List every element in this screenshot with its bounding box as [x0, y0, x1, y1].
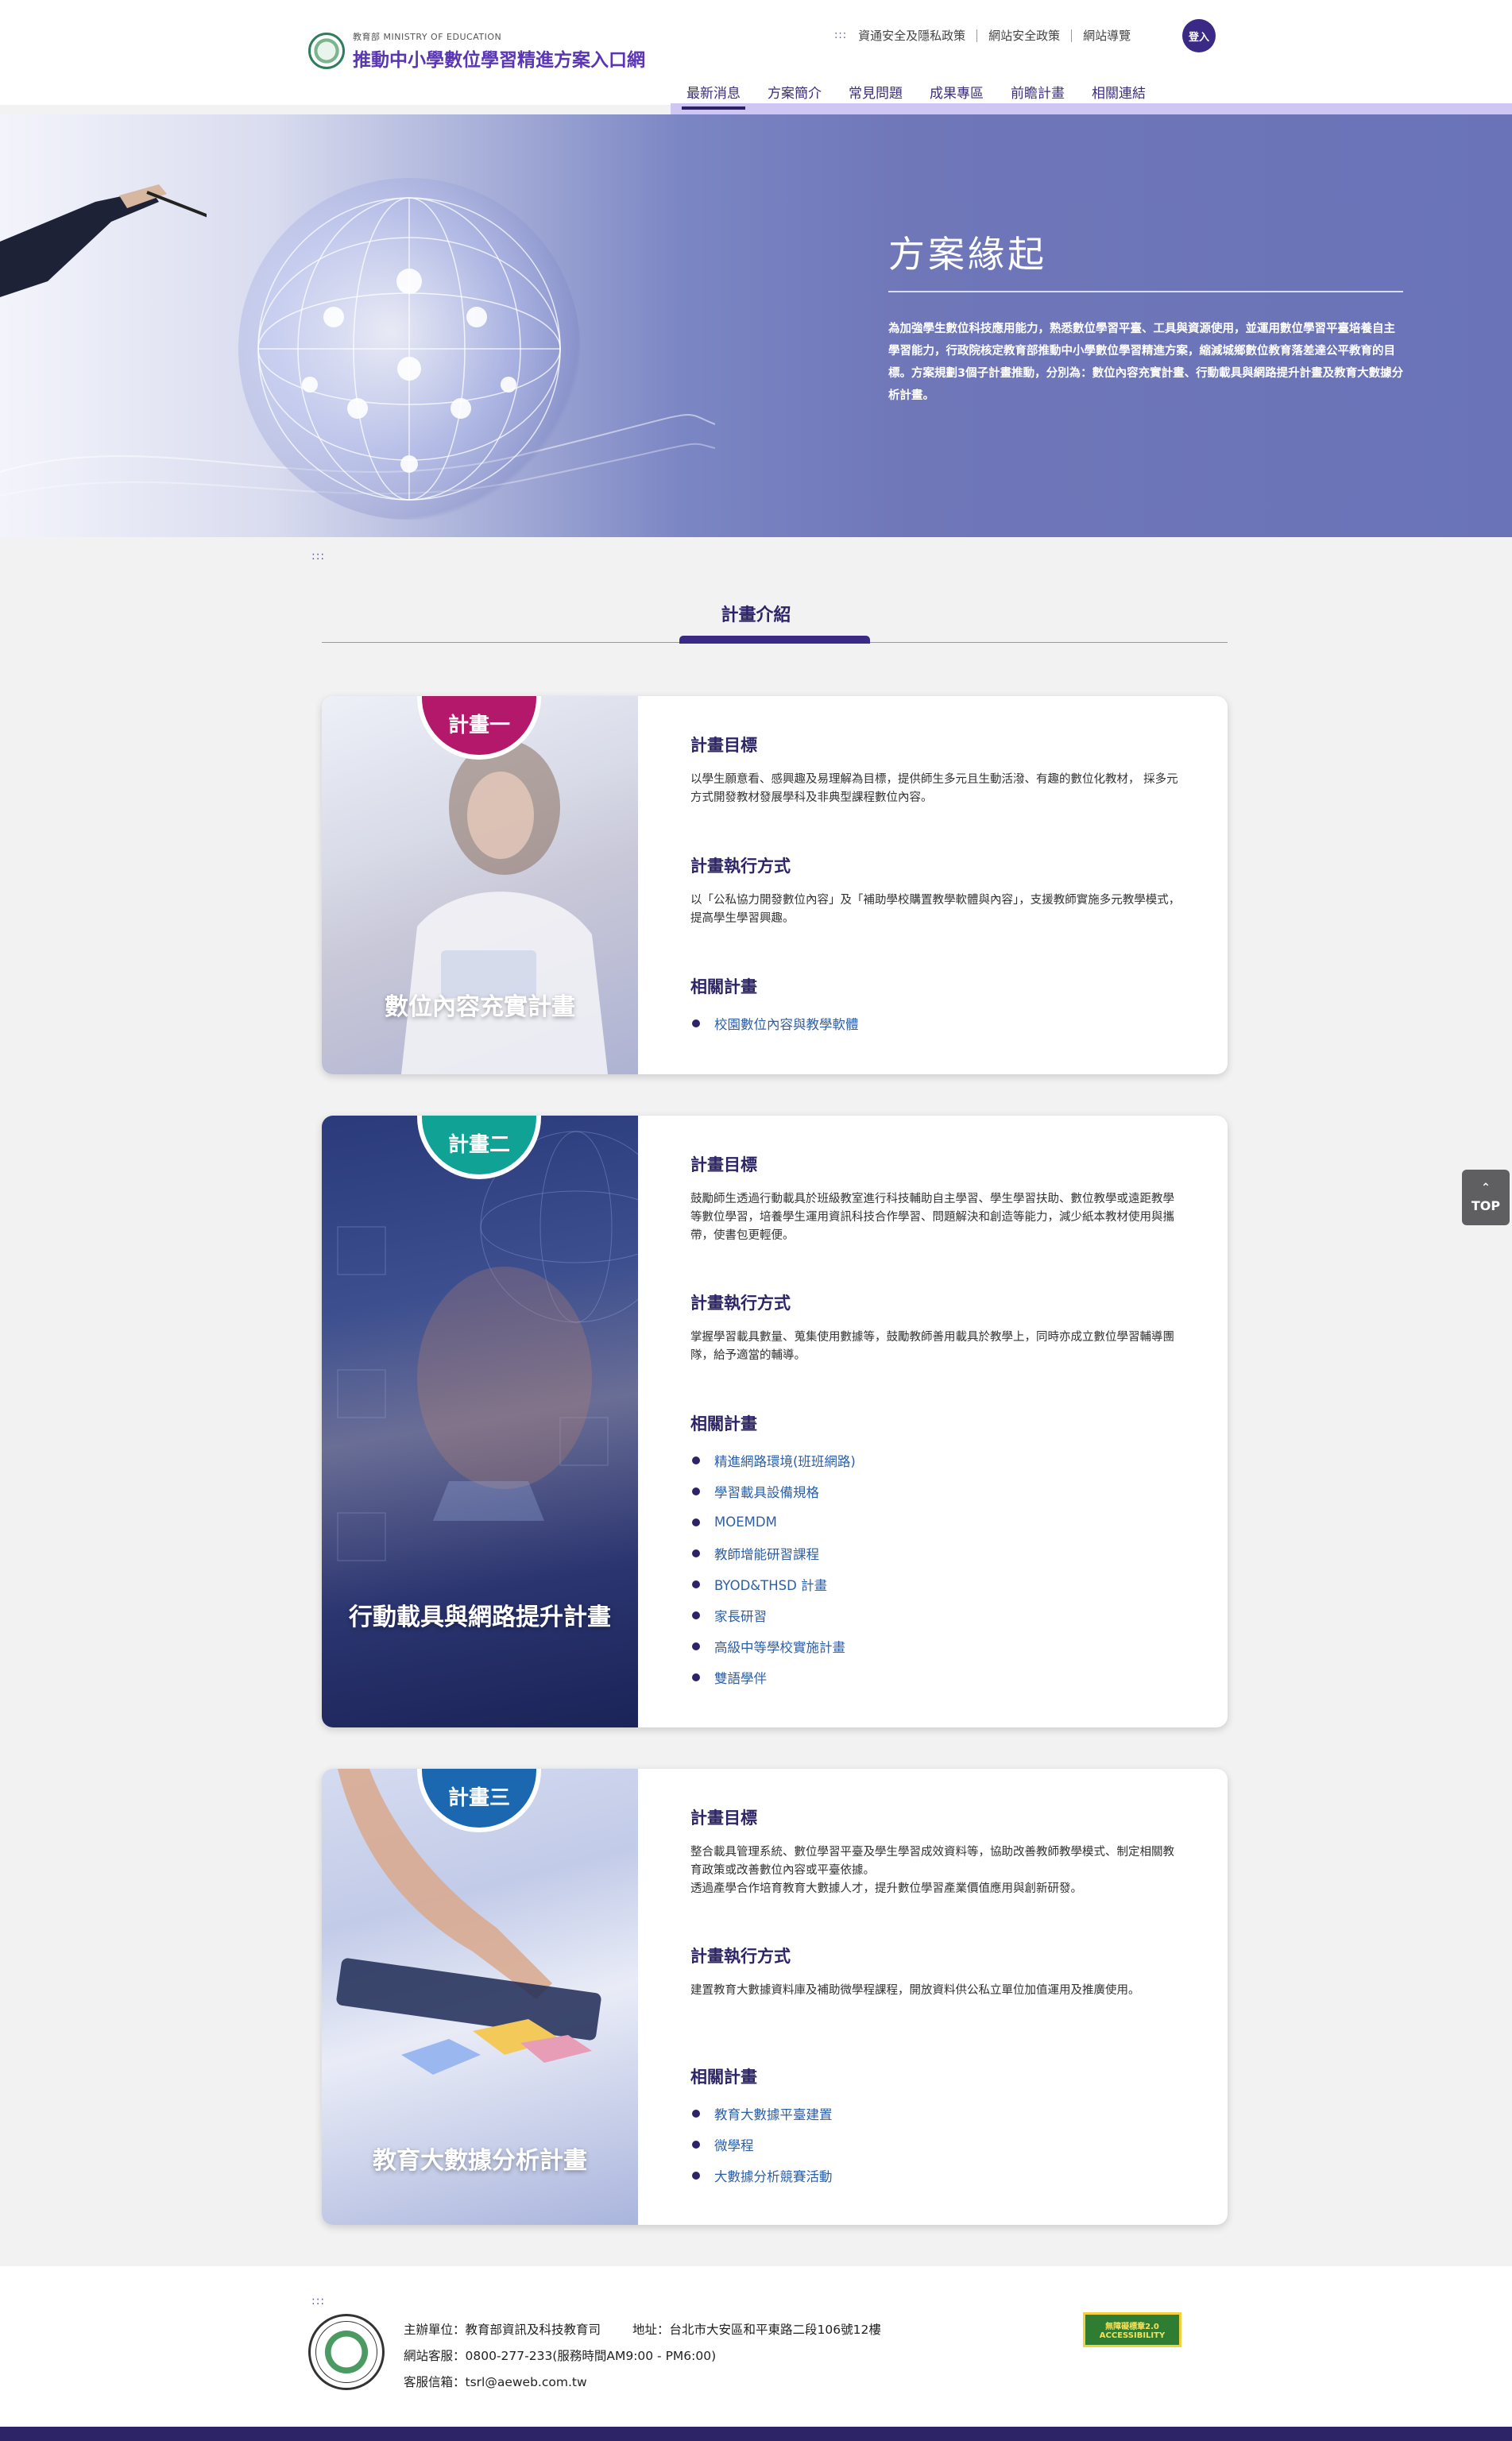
plan-name-2: 行動載具與網路提升計畫	[349, 1603, 611, 1631]
plan-name-1: 數位內容充實計畫	[385, 993, 575, 1021]
footer-address: 地址：台北市大安區和平東路二段106號12樓	[632, 2323, 881, 2337]
goal-heading: 計畫目標	[681, 1149, 757, 1176]
hand-with-pen-image	[0, 184, 207, 297]
bullet-icon	[692, 1019, 700, 1027]
related-link[interactable]: 家長研習	[690, 1600, 856, 1631]
network-globe-image	[238, 178, 580, 520]
related-link[interactable]: BYOD&THSD 計畫	[690, 1569, 856, 1600]
related-link[interactable]: 教師增能研習課程	[690, 1538, 856, 1569]
related-link[interactable]: 校園數位內容與教學軟體	[690, 1008, 859, 1039]
nav-item-forward-plan[interactable]: 前瞻計畫	[1011, 82, 1065, 108]
accessibility-badge[interactable]: 無障礙標章2.0 ACCESSIBILITY	[1083, 2312, 1181, 2347]
hero-banner: 方案緣起 為加強學生數位科技應用能力，熟悉數位學習平臺、工具與資源使用，並運用數…	[0, 114, 1512, 537]
ministry-label: 教育部 MINISTRY OF EDUCATION	[353, 32, 502, 42]
related-heading: 相關計畫	[681, 2061, 757, 2088]
nav-item-faq[interactable]: 常見問題	[849, 82, 903, 108]
related-link[interactable]: 教育大數據平臺建置	[690, 2098, 833, 2129]
footer-bar	[0, 2427, 1512, 2441]
related-heading: 相關計畫	[681, 971, 757, 998]
footer-email[interactable]: 客服信箱：tsrl@aeweb.com.tw	[404, 2369, 881, 2396]
ministry-seal-icon	[308, 33, 345, 69]
plan-image-2: 計畫二 行動載具與網路提升計畫	[322, 1116, 638, 1727]
bullet-icon	[692, 1642, 700, 1650]
related-list: 校園數位內容與教學軟體	[690, 1008, 859, 1039]
ministry-seal-icon	[308, 2314, 385, 2390]
main-nav: 最新消息 方案簡介 常見問題 成果專區 前瞻計畫 相關連結	[682, 82, 1173, 110]
login-button[interactable]: 登入	[1182, 19, 1216, 52]
plan-method-text: 以「公私協力開發數位內容」及「補助學校購置教學軟體與內容」，支援教師實施多元教學…	[690, 894, 1181, 925]
nav-item-results[interactable]: 成果專區	[930, 82, 984, 108]
footer-accesskey-dots[interactable]: :::	[311, 2295, 325, 2308]
plan-card-2: 計畫二 行動載具與網路提升計畫 計畫目標 鼓勵師生透過行動載具於班級教室進行科技…	[322, 1116, 1228, 1727]
related-link[interactable]: 大數據分析競賽活動	[690, 2160, 833, 2191]
nav-item-intro[interactable]: 方案簡介	[768, 82, 822, 108]
site-header: 教育部 MINISTRY OF EDUCATION 推動中小學數位學習精進方案入…	[0, 0, 1512, 114]
site-footer: ::: 主辦單位：教育部資訊及科技教育司 地址：台北市大安區和平東路二段106號1…	[0, 2266, 1512, 2441]
related-list: 教育大數據平臺建置 微學程 大數據分析競賽活動	[690, 2098, 833, 2191]
plan-goal-text: 整合載具管理系統、數位學習平臺及學生學習成效資料等，協助改善教師教學模式、制定相…	[690, 1846, 1174, 1895]
related-link[interactable]: MOEMDM	[690, 1507, 856, 1538]
related-list: 精進網路環境(班班網路) 學習載具設備規格 MOEMDM 教師增能研習課程 BY…	[690, 1445, 856, 1692]
plan-image-3: 計畫三 教育大數據分析計畫	[322, 1769, 638, 2225]
util-link-sitemap[interactable]: 網站導覽	[1083, 27, 1131, 44]
bullet-icon	[692, 2109, 700, 2118]
bullet-icon	[692, 1487, 700, 1495]
footer-organizer: 主辦單位：教育部資訊及科技教育司	[404, 2323, 601, 2337]
bullet-icon	[692, 2140, 700, 2149]
plan-method-text: 建置教育大數據資料庫及補助微學程課程，開放資料供公私立單位加值運用及推廣使用。	[690, 1984, 1140, 1997]
plan-name-3: 教育大數據分析計畫	[373, 2147, 587, 2175]
nav-item-news[interactable]: 最新消息	[682, 82, 745, 110]
goal-heading: 計畫目標	[681, 1802, 757, 1829]
site-title[interactable]: 推動中小學數位學習精進方案入口網	[353, 44, 645, 72]
chevron-up-icon: ⌃	[1481, 1181, 1491, 1194]
back-to-top-label: TOP	[1471, 1197, 1501, 1213]
bullet-icon	[692, 1549, 700, 1557]
nav-item-links[interactable]: 相關連結	[1092, 82, 1146, 108]
related-link[interactable]: 學習載具設備規格	[690, 1476, 856, 1507]
back-to-top-button[interactable]: ⌃ TOP	[1462, 1170, 1510, 1225]
section-divider-accent	[679, 636, 870, 644]
hero-title: 方案緣起	[888, 233, 1047, 276]
related-link[interactable]: 高級中等學校實施計畫	[690, 1631, 856, 1662]
bullet-icon	[692, 1611, 700, 1619]
method-heading: 計畫執行方式	[681, 850, 791, 877]
bullet-icon	[692, 1518, 700, 1526]
divider	[1071, 29, 1073, 42]
plan-card-1: 計畫一 數位內容充實計畫 計畫目標 以學生願意看、感興趣及易理解為目標，提供師生…	[322, 696, 1228, 1074]
plan-goal-text: 鼓勵師生透過行動載具於班級教室進行科技輔助自主學習、學生學習扶助、數位教學或遠距…	[690, 1193, 1174, 1242]
bullet-icon	[692, 1580, 700, 1588]
hero-description: 為加強學生數位科技應用能力，熟悉數位學習平臺、工具與資源使用，並運用數位學習平臺…	[888, 323, 1404, 402]
footer-info: 主辦單位：教育部資訊及科技教育司 地址：台北市大安區和平東路二段106號12樓 網…	[404, 2317, 881, 2396]
util-link-privacy[interactable]: 資通安全及隱私政策	[858, 27, 965, 44]
related-heading: 相關計畫	[681, 1408, 757, 1435]
content-accesskey-dots[interactable]: :::	[311, 550, 325, 563]
related-link[interactable]: 微學程	[690, 2129, 833, 2160]
section-title: 計畫介紹	[721, 605, 791, 625]
site-logo[interactable]: 教育部 MINISTRY OF EDUCATION 推動中小學數位學習精進方案入…	[308, 30, 645, 72]
footer-service: 網站客服：0800-277-233(服務時間AM9:00 - PM6:00)	[404, 2349, 717, 2363]
bullet-icon	[692, 1673, 700, 1681]
util-link-security[interactable]: 網站安全政策	[988, 27, 1060, 44]
bullet-icon	[692, 1456, 700, 1464]
plan-image-1: 計畫一 數位內容充實計畫	[322, 696, 638, 1074]
hero-divider	[888, 291, 1403, 292]
related-link[interactable]: 精進網路環境(班班網路)	[690, 1445, 856, 1476]
accesskey-dots[interactable]: :::	[834, 29, 847, 41]
bullet-icon	[692, 2171, 700, 2180]
plan-card-3: 計畫三 教育大數據分析計畫 計畫目標 整合載具管理系統、數位學習平臺及學生學習成…	[322, 1769, 1228, 2225]
utility-nav: ::: 資通安全及隱私政策 網站安全政策 網站導覽	[834, 27, 1131, 44]
plan-goal-text: 以學生願意看、感興趣及易理解為目標，提供師生多元且生動活潑、有趣的數位化教材， …	[690, 773, 1178, 804]
method-heading: 計畫執行方式	[681, 1287, 791, 1314]
divider	[976, 29, 978, 42]
goal-heading: 計畫目標	[681, 729, 757, 756]
plan-method-text: 掌握學習載具數量、蒐集使用數據等，鼓勵教師善用載具於教學上，同時亦成立數位學習輔…	[690, 1331, 1174, 1362]
method-heading: 計畫執行方式	[681, 1940, 791, 1967]
related-link[interactable]: 雙語學伴	[690, 1662, 856, 1692]
